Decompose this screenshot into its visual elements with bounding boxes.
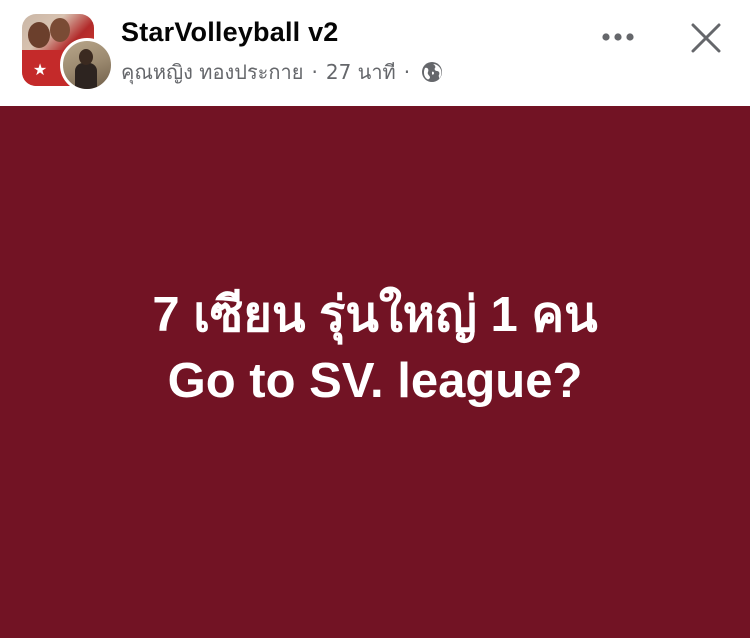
post-text: 7 เซียน รุ่นใหญ่ 1 คน Go to SV. league?	[152, 282, 597, 414]
more-options-button[interactable]	[596, 20, 640, 54]
post-background: 7 เซียน รุ่นใหญ่ 1 คน Go to SV. league?	[0, 106, 750, 638]
more-dots-icon	[601, 33, 635, 41]
close-icon	[691, 23, 721, 53]
author-avatar[interactable]	[60, 38, 114, 92]
meta-separator-2: ·	[403, 60, 411, 84]
post-time[interactable]: 27 นาที	[326, 56, 396, 88]
avatar-group[interactable]: ★	[22, 14, 114, 92]
close-button[interactable]	[684, 16, 728, 60]
post-text-line-1: 7 เซียน รุ่นใหญ่ 1 คน	[152, 288, 598, 342]
meta-separator: ·	[311, 60, 318, 84]
globe-icon[interactable]	[420, 60, 444, 84]
page-name[interactable]: StarVolleyball v2	[121, 17, 339, 48]
post-meta: คุณหญิง ทองประกาย · 27 นาที ·	[121, 58, 444, 86]
author-name[interactable]: คุณหญิง ทองประกาย	[121, 56, 303, 88]
post-header: ★ StarVolleyball v2 คุณหญิง ทองประกาย · …	[0, 0, 750, 106]
post-text-line-2: Go to SV. league?	[167, 354, 583, 408]
